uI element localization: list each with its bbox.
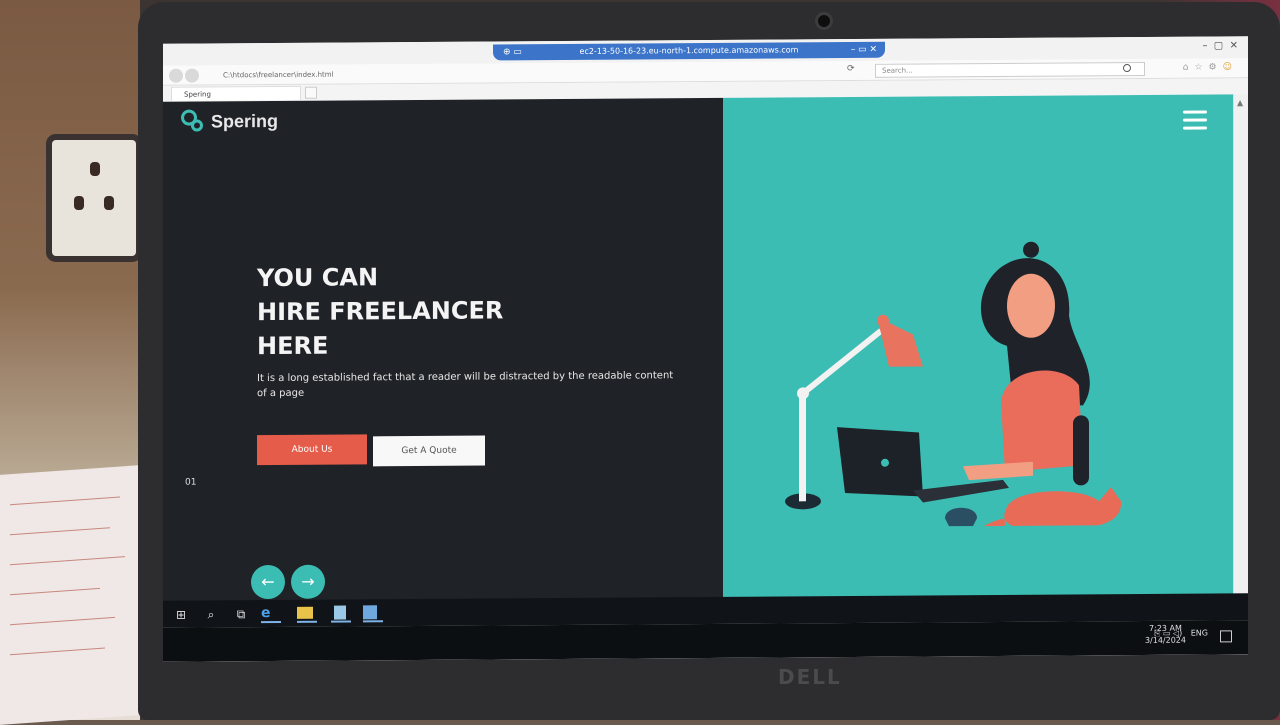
freelancer-illustration bbox=[773, 225, 1153, 528]
language-indicator: ENG bbox=[1191, 628, 1208, 637]
logo-icon bbox=[181, 109, 207, 133]
about-us-button[interactable]: About Us bbox=[257, 434, 367, 465]
next-slide-button[interactable]: → bbox=[291, 565, 325, 599]
notebook-paper bbox=[0, 465, 140, 725]
pin-icon[interactable]: ⊕ ▭ bbox=[503, 44, 522, 60]
browser-toolbar[interactable]: ⌂☆⚙☺ bbox=[1183, 62, 1238, 72]
forward-button[interactable] bbox=[185, 69, 199, 83]
get-quote-button[interactable]: Get A Quote bbox=[373, 436, 485, 467]
hero-left-panel: Spering YOU CAN HIRE FREELANCER HERE It … bbox=[163, 98, 723, 602]
hero-line: HERE bbox=[257, 327, 617, 364]
menu-icon[interactable] bbox=[1183, 110, 1207, 132]
hero-description: It is a long established fact that a rea… bbox=[257, 368, 677, 401]
url-input[interactable]: C:\htdocs\freelancer\index.html bbox=[203, 64, 843, 82]
system-clock[interactable]: 7:23 AM 3/14/2024 bbox=[1145, 623, 1186, 647]
windows-start-icon[interactable]: ⊞ bbox=[173, 607, 189, 623]
hero-title: YOU CAN HIRE FREELANCER HERE bbox=[257, 259, 617, 364]
ie-browser-icon[interactable]: e bbox=[261, 604, 281, 623]
search-icon[interactable] bbox=[1123, 64, 1131, 72]
new-tab-button[interactable] bbox=[305, 87, 317, 99]
smiley-icon: ☺ bbox=[1223, 62, 1238, 72]
hero-line: HIRE FREELANCER bbox=[257, 293, 617, 330]
hero-illustration-panel bbox=[723, 94, 1233, 598]
tab-spering[interactable]: Spering bbox=[171, 86, 301, 101]
task-view-icon[interactable]: ⧉ bbox=[233, 606, 249, 622]
remote-controls[interactable]: – ▭ ✕ bbox=[851, 42, 877, 58]
clock-date: 3/14/2024 bbox=[1145, 635, 1186, 647]
clock-time: 7:23 AM bbox=[1145, 623, 1186, 635]
remote-desktop-icon[interactable] bbox=[363, 603, 383, 622]
scroll-up-icon[interactable]: ▲ bbox=[1237, 98, 1243, 107]
web-page: Spering YOU CAN HIRE FREELANCER HERE It … bbox=[163, 94, 1248, 602]
search-icon[interactable]: ⌕ bbox=[203, 606, 219, 622]
logo-text: Spering bbox=[211, 110, 278, 131]
window-controls[interactable]: – ▢ ✕ bbox=[1202, 40, 1238, 51]
site-logo[interactable]: Spering bbox=[181, 109, 278, 134]
brand-logo: DELL bbox=[778, 665, 842, 689]
wall-socket bbox=[52, 140, 136, 256]
page-scrollbar[interactable]: ▲ ▼ bbox=[1233, 94, 1248, 654]
remote-session-title: ec2-13-50-16-23.eu-north-1.compute.amazo… bbox=[580, 45, 799, 56]
file-explorer-icon[interactable] bbox=[297, 604, 317, 623]
search-input[interactable]: Search... bbox=[875, 62, 1145, 78]
star-icon: ☆ bbox=[1194, 62, 1208, 72]
prev-slide-button[interactable]: ← bbox=[251, 565, 285, 599]
remote-session-bar[interactable]: ⊕ ▭ ec2-13-50-16-23.eu-north-1.compute.a… bbox=[493, 42, 885, 61]
slide-number: 01 bbox=[185, 478, 196, 488]
home-icon: ⌂ bbox=[1183, 63, 1195, 73]
screen: ⊕ ▭ ec2-13-50-16-23.eu-north-1.compute.a… bbox=[163, 36, 1248, 662]
refresh-icon[interactable]: ⟳ bbox=[847, 64, 855, 74]
gear-icon: ⚙ bbox=[1209, 62, 1223, 72]
back-button[interactable] bbox=[169, 69, 183, 83]
notification-icon[interactable] bbox=[1220, 630, 1232, 642]
webcam-icon bbox=[815, 12, 833, 30]
hero-line: YOU CAN bbox=[257, 259, 617, 296]
app-icon[interactable] bbox=[331, 603, 351, 622]
